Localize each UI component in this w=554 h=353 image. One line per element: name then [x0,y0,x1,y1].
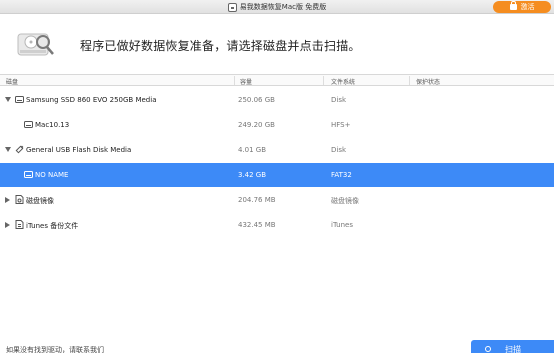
footer: 如果没有找到驱动，请联系我们 扫描 [0,336,554,353]
table-row[interactable]: 磁盘镜像 204.76 MB 磁盘镜像 [0,188,554,212]
table-header: 磁盘 容量 文件系统 保护状态 [0,74,554,86]
disk-capacity: 4.01 GB [238,146,267,154]
table-row[interactable]: Mac10.13 249.20 GB HFS+ [0,113,554,137]
volume-icon [24,171,33,178]
disk-name: NO NAME [35,171,69,179]
table-row[interactable]: iTunes 备份文件 432.45 MB iTunes [0,213,554,237]
disclosure-triangle-icon[interactable] [5,97,11,102]
contact-us-link[interactable]: 如果没有找到驱动，请联系我们 [6,345,104,353]
header: 程序已做好数据恢复准备，请选择磁盘并点击扫描。 [0,14,554,72]
hard-drive-icon [15,96,24,103]
hard-drive-search-icon [17,33,54,56]
disk-filesystem: Disk [331,146,347,154]
disclosure-triangle-icon[interactable] [5,222,10,228]
column-disk[interactable]: 磁盘 [6,77,18,86]
disk-capacity: 204.76 MB [238,196,276,204]
disk-name: General USB Flash Disk Media [26,146,132,154]
title-bar: 易我数据恢复Mac版 免费版 [0,0,554,14]
disk-name: Samsung SSD 860 EVO 250GB Media [26,96,157,104]
disk-filesystem: iTunes [331,221,353,229]
scan-label: 扫描 [505,345,521,353]
column-capacity[interactable]: 容量 [240,77,252,86]
disk-capacity: 249.20 GB [238,121,275,129]
table-row[interactable]: Samsung SSD 860 EVO 250GB Media 250.06 G… [0,88,554,112]
disclosure-triangle-icon[interactable] [5,197,10,203]
usb-drive-icon [15,145,24,154]
scan-button[interactable]: 扫描 [471,340,554,353]
disk-filesystem: HFS+ [331,121,351,129]
column-filesystem[interactable]: 文件系统 [331,77,355,86]
table-row-selected[interactable]: NO NAME 3.42 GB FAT32 [0,163,554,187]
disk-filesystem: 磁盘镜像 [331,197,359,205]
disclosure-triangle-icon[interactable] [5,147,11,152]
scan-icon [485,346,491,352]
activate-label: 激活 [520,3,535,11]
disk-name: 磁盘镜像 [26,197,54,205]
page-title: 程序已做好数据恢复准备，请选择磁盘并点击扫描。 [80,39,361,53]
disk-capacity: 3.42 GB [238,171,267,179]
window-title: 易我数据恢复Mac版 免费版 [239,3,327,11]
disk-name: Mac10.13 [35,121,70,129]
disk-filesystem: FAT32 [331,171,352,179]
disk-capacity: 432.45 MB [238,221,276,229]
lock-icon [509,1,517,10]
disk-filesystem: Disk [331,96,347,104]
disk-name: iTunes 备份文件 [26,222,79,230]
activate-button[interactable]: 激活 [493,1,551,13]
volume-icon [24,121,33,128]
app-icon [227,2,237,12]
table-row[interactable]: General USB Flash Disk Media 4.01 GB Dis… [0,138,554,162]
disk-capacity: 250.06 GB [238,96,275,104]
itunes-backup-icon [15,220,24,229]
column-protection[interactable]: 保护状态 [416,77,440,86]
disk-image-icon [15,195,24,204]
